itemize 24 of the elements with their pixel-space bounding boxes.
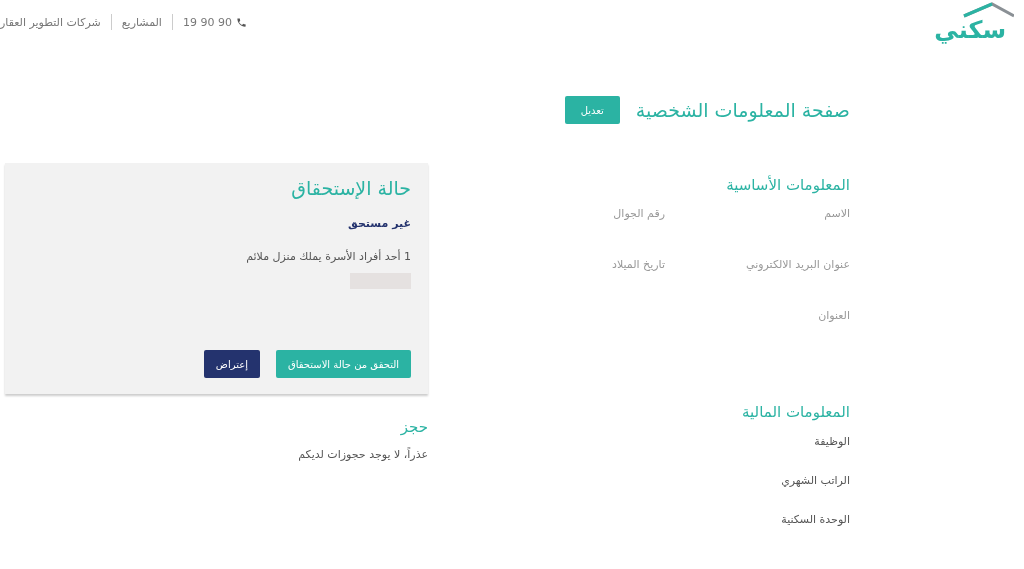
nav-link[interactable]: شركات التطوير العقار	[0, 15, 101, 29]
booking-message: عذراً، لا يوجد حجوزات لديكم	[297, 448, 428, 461]
card-title: حالة الإستحقاق	[290, 177, 411, 199]
field-label: الوظيفة	[813, 435, 850, 450]
field-label: رقم الجوال	[612, 207, 665, 222]
eligibility-reason: 1 أحد أفراد الأسرة يملك منزل ملائم	[245, 250, 411, 263]
section-title: المعلومات المالية	[741, 402, 850, 423]
field-label: الاسم	[823, 207, 850, 222]
field-label: عنوان البريد الالكتروني	[745, 258, 850, 273]
page-title: صفحة المعلومات الشخصية	[635, 99, 850, 121]
eligibility-status: غير مستحق	[347, 217, 411, 230]
field-label: الراتب الشهري	[780, 474, 850, 489]
objection-button[interactable]: إعتراض	[203, 350, 260, 378]
check-button[interactable]: التحقق من حالة الاستحقاق	[275, 350, 411, 378]
field-label: تاريخ الميلاد	[611, 258, 665, 273]
edit-button[interactable]: تعديل	[564, 96, 620, 124]
logo[interactable]: سكني	[934, 2, 1014, 42]
section-title: المعلومات الأساسية	[725, 174, 850, 196]
phone-icon	[235, 16, 247, 28]
field-label: العنوان	[817, 309, 850, 324]
section-title: حجز	[399, 417, 428, 438]
nav-link[interactable]: المشاريع	[121, 15, 162, 29]
phone-number: 19 90 90	[182, 15, 232, 29]
field-label: الوحدة السكنية	[780, 513, 850, 528]
